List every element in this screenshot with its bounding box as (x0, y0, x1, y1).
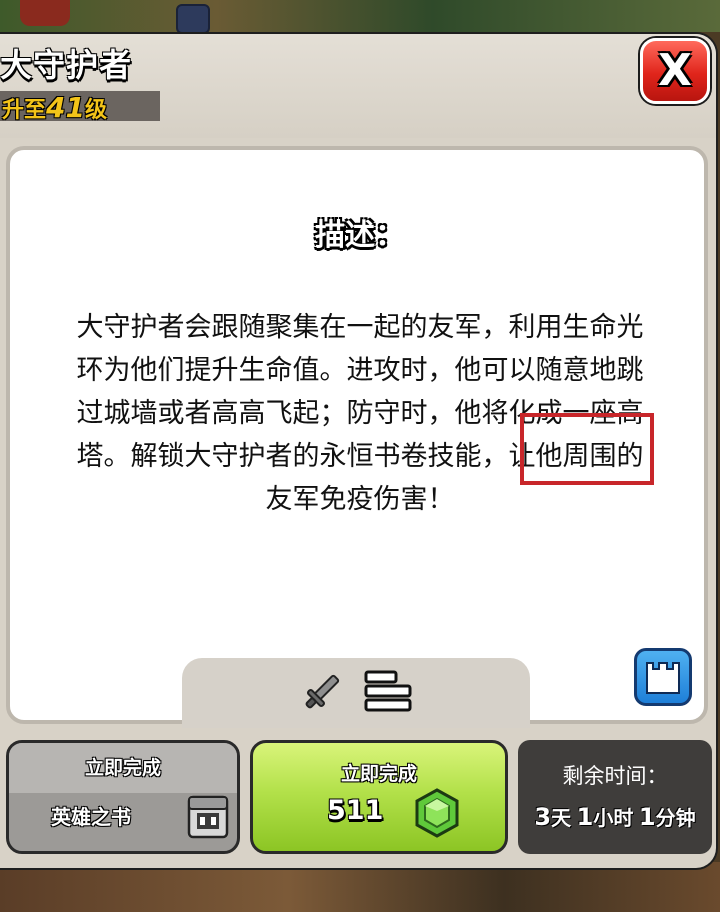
minutes-unit: 分钟 (655, 806, 696, 830)
hero-book-label: 英雄之书 (51, 805, 131, 829)
days-value: 3 (534, 803, 552, 831)
level-suffix: 级 (84, 98, 107, 123)
gem-cost: 511 (327, 795, 384, 826)
hero-book-icon (187, 795, 229, 839)
hours-unit: 小时 (593, 806, 634, 830)
tab-bar (182, 658, 530, 728)
description-heading: 描述： (315, 218, 405, 253)
background-village-top (0, 0, 720, 34)
hours-value: 1 (576, 803, 594, 831)
days-unit: 天 (551, 806, 572, 830)
close-button[interactable]: X (640, 38, 710, 104)
gem-icon (415, 788, 459, 838)
finish-now-label: 立即完成 (340, 763, 417, 785)
level-prefix: 升至 (2, 98, 47, 123)
level-number: 41 (46, 91, 85, 124)
remaining-time-label: 剩余时间： (562, 764, 668, 788)
upgrade-level: 升至41级 (2, 91, 107, 124)
minutes-value: 1 (638, 803, 656, 831)
highlight-annotation-box (520, 413, 654, 485)
remaining-time-value: 3天 1小时 1分钟 (518, 802, 712, 831)
finish-with-gems-button[interactable]: 立即完成 511 (250, 740, 508, 854)
hero-title: 大守护者 (0, 46, 133, 84)
background-building (20, 0, 70, 26)
background-banner (176, 4, 210, 34)
tower-icon (646, 662, 680, 694)
remaining-time-panel (518, 740, 712, 854)
close-icon: X (658, 45, 692, 96)
sword-icon[interactable] (300, 670, 344, 714)
info-button[interactable] (634, 648, 692, 706)
stats-bars-icon[interactable] (364, 670, 412, 712)
highlighted-term: 永恒书卷 (319, 441, 428, 472)
finish-with-book-button[interactable]: 立即完成 英雄之书 (6, 740, 240, 854)
finish-now-label: 立即完成 (84, 757, 161, 779)
